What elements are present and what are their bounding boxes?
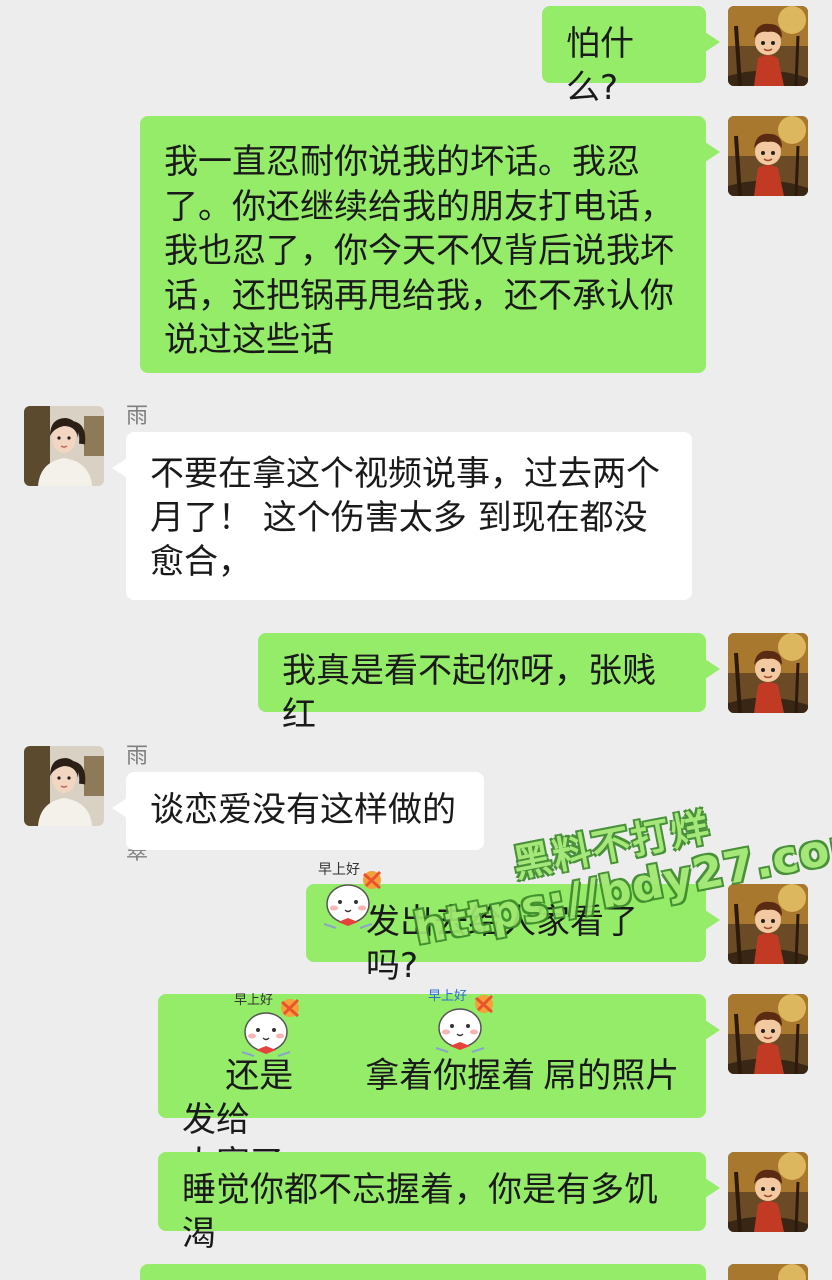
sticker: 早上好 — [310, 860, 388, 932]
woman-photo-avatar-icon — [24, 746, 104, 826]
cartoon-boy-avatar-icon — [728, 1264, 808, 1280]
good-morning-sticker-icon: 早上好 — [234, 993, 306, 1060]
my-avatar[interactable] — [728, 633, 808, 713]
my-avatar[interactable] — [728, 994, 808, 1074]
cartoon-boy-avatar-icon — [728, 994, 808, 1074]
sticker-caption: 早上好 — [428, 989, 467, 1004]
text-segment: 拿着你握着 — [365, 1056, 536, 1096]
cartoon-boy-avatar-icon — [728, 6, 808, 86]
sticker-caption: 早上好 — [234, 993, 273, 1008]
cartoon-boy-avatar-icon — [728, 1152, 808, 1232]
my-avatar[interactable] — [728, 116, 808, 196]
contact-avatar[interactable] — [24, 746, 104, 826]
cartoon-boy-avatar-icon — [728, 116, 808, 196]
contact-avatar[interactable] — [24, 406, 104, 486]
woman-photo-avatar-icon — [24, 406, 104, 486]
sticker-caption: 早上好 — [318, 862, 360, 878]
sticker: 早上好 — [228, 988, 306, 1060]
cartoon-boy-avatar-icon — [728, 884, 808, 964]
my-avatar[interactable] — [728, 884, 808, 964]
my-message-bubble[interactable]: 睡觉你都不忘握着，你是有多饥渴 — [158, 1152, 720, 1254]
my-message-bubble[interactable]: 我一直忍耐你说我的坏话。我忍了。你还继续给我的朋友打电话，我也忍了，你今天不仅背… — [140, 116, 720, 373]
my-avatar[interactable] — [728, 6, 808, 86]
my-message-bubble[interactable]: 怕什么? — [542, 6, 720, 108]
sticker: 早上好 — [422, 984, 500, 1056]
good-morning-sticker-icon: 早上好 — [318, 862, 388, 932]
cartoon-boy-avatar-icon — [728, 633, 808, 713]
good-morning-sticker-icon: 早上好 — [428, 989, 500, 1056]
my-avatar[interactable] — [728, 1152, 808, 1232]
my-message-bubble-partial[interactable] — [140, 1264, 706, 1280]
text-segment: 还是 — [225, 1056, 294, 1096]
watermark-title: 黑料不打烊 — [509, 804, 715, 887]
contact-message-bubble[interactable]: 谈恋爱没有这样做的 — [112, 772, 484, 850]
contact-message-bubble[interactable]: 不要在拿这个视频说事，过去两个月了！ 这个伤害太多 到现在都没愈合， — [112, 432, 692, 600]
my-message-bubble[interactable]: 我真是看不起你呀，张贱红 — [258, 633, 720, 735]
my-avatar[interactable] — [728, 1264, 808, 1280]
